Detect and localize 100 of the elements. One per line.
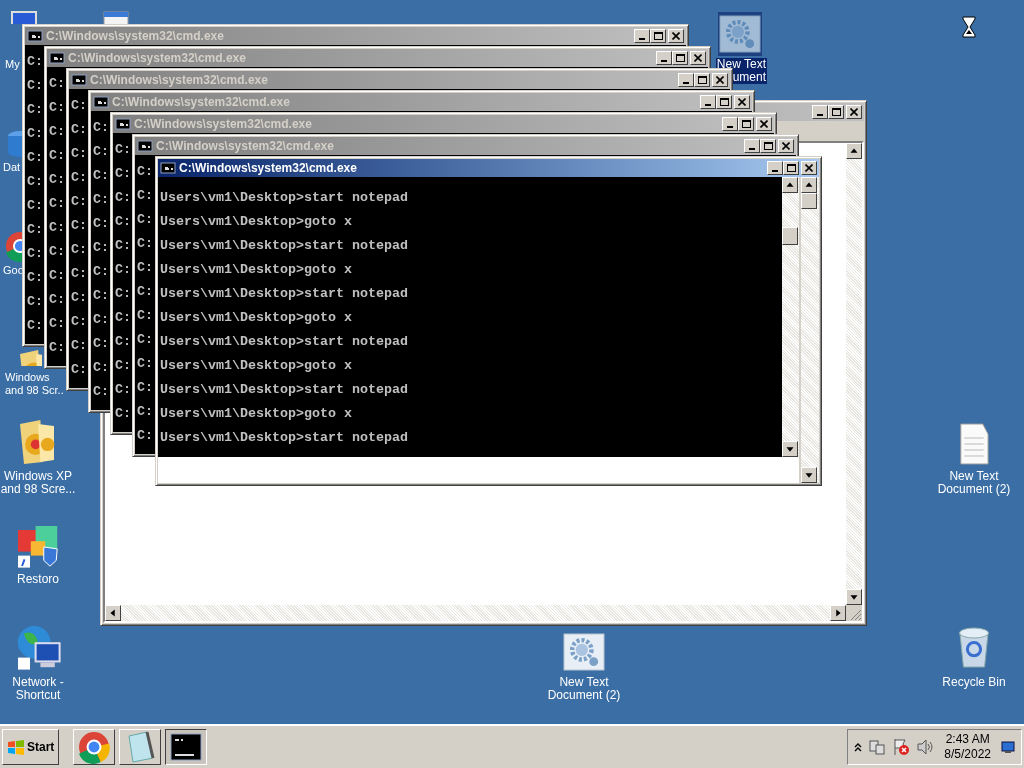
console-line: C: bbox=[49, 243, 65, 261]
console-line: C: bbox=[93, 383, 109, 401]
scroll-thumb[interactable] bbox=[782, 227, 798, 245]
close-button[interactable] bbox=[734, 95, 750, 109]
speaker-icon[interactable] bbox=[916, 738, 935, 756]
maximize-icon bbox=[719, 98, 729, 106]
maximize-button[interactable] bbox=[694, 73, 710, 87]
show-desktop-icon[interactable] bbox=[1001, 740, 1015, 754]
console-line: C: bbox=[27, 101, 43, 119]
minimize-button[interactable] bbox=[678, 73, 694, 87]
console-line: C: bbox=[71, 265, 87, 283]
clock[interactable]: 2:43 AM 8/5/2022 bbox=[940, 732, 995, 762]
icon-label[interactable]: and 98 Scr.. bbox=[4, 384, 65, 397]
close-icon bbox=[694, 54, 702, 62]
scroll-up-button[interactable] bbox=[846, 143, 862, 159]
maximize-button[interactable] bbox=[828, 105, 844, 119]
console-line: C: bbox=[49, 195, 65, 213]
network-icon[interactable] bbox=[868, 738, 887, 756]
console-line: C: bbox=[115, 237, 131, 255]
windows-logo-icon bbox=[7, 739, 25, 755]
scroll-up-button[interactable] bbox=[801, 177, 817, 193]
icon-label[interactable]: Restoro bbox=[16, 573, 60, 586]
vertical-scrollbar[interactable] bbox=[782, 177, 799, 457]
scroll-up-button[interactable] bbox=[782, 177, 798, 193]
maximize-button[interactable] bbox=[650, 29, 666, 43]
icon-label[interactable]: New Text bbox=[948, 470, 1000, 483]
flag-error-icon[interactable] bbox=[892, 738, 911, 756]
maximize-button[interactable] bbox=[760, 139, 776, 153]
console-icon bbox=[49, 50, 65, 66]
console-icon bbox=[71, 72, 87, 88]
scroll-right-button[interactable] bbox=[830, 605, 846, 621]
minimize-icon bbox=[749, 148, 755, 150]
minimize-button[interactable] bbox=[812, 105, 828, 119]
icon-label[interactable]: My bbox=[4, 58, 21, 71]
console-line: C: bbox=[93, 359, 109, 377]
window-title: C:\Windows\system32\cmd.exe bbox=[156, 138, 334, 155]
icon-label[interactable]: New Text bbox=[558, 676, 610, 689]
minimize-button[interactable] bbox=[767, 161, 783, 175]
console-line: C: bbox=[93, 263, 109, 281]
minimize-button[interactable] bbox=[700, 95, 716, 109]
scroll-thumb[interactable] bbox=[801, 193, 817, 209]
window-title: C:\Windows\system32\cmd.exe bbox=[134, 116, 312, 133]
console-line: C: bbox=[115, 285, 131, 303]
icon-label[interactable]: Document (2) bbox=[546, 689, 622, 702]
maximize-button[interactable] bbox=[738, 117, 754, 131]
console-line: C: bbox=[27, 293, 43, 311]
close-button[interactable] bbox=[668, 29, 684, 43]
close-button[interactable] bbox=[756, 117, 772, 131]
minimize-button[interactable] bbox=[634, 29, 650, 43]
console-line: C: bbox=[93, 215, 109, 233]
icon-label[interactable]: Dat bbox=[2, 161, 22, 174]
close-icon bbox=[850, 108, 858, 116]
icon-label[interactable]: Recycle Bin bbox=[941, 676, 1007, 689]
close-icon bbox=[782, 142, 790, 150]
console-line: C: bbox=[27, 53, 43, 71]
console-line: Users\vm1\Desktop>start notepad bbox=[160, 381, 408, 399]
icon-label[interactable]: Shortcut bbox=[14, 689, 62, 702]
chevron-up-icon[interactable] bbox=[854, 742, 863, 752]
close-button[interactable] bbox=[801, 161, 817, 175]
icon-label[interactable]: Document (2) bbox=[936, 483, 1012, 496]
maximize-button[interactable] bbox=[783, 161, 799, 175]
scroll-down-button[interactable] bbox=[801, 467, 817, 483]
taskbar-button[interactable] bbox=[165, 729, 208, 765]
minimize-button[interactable] bbox=[722, 117, 738, 131]
console-line: C: bbox=[71, 289, 87, 307]
scroll-left-button[interactable] bbox=[105, 605, 121, 621]
maximize-button[interactable] bbox=[716, 95, 732, 109]
minimize-icon bbox=[683, 82, 689, 84]
icon-label[interactable]: Windows XP bbox=[3, 470, 73, 483]
start-button[interactable]: Start bbox=[2, 729, 60, 765]
icon-label[interactable]: Windows bbox=[4, 371, 51, 384]
console-line: C: bbox=[115, 141, 131, 159]
maximize-icon bbox=[653, 32, 663, 40]
minimize-button[interactable] bbox=[744, 139, 760, 153]
scroll-down-button[interactable] bbox=[846, 589, 862, 605]
vertical-scrollbar[interactable] bbox=[846, 143, 862, 605]
console-line: C: bbox=[137, 235, 153, 253]
close-button[interactable] bbox=[778, 139, 794, 153]
icon-label[interactable]: ument bbox=[731, 71, 767, 84]
minimize-icon bbox=[639, 38, 645, 40]
minimize-button[interactable] bbox=[656, 51, 672, 65]
close-button[interactable] bbox=[690, 51, 706, 65]
maximize-icon bbox=[675, 54, 685, 62]
console-line: C: bbox=[115, 261, 131, 279]
horizontal-scrollbar[interactable] bbox=[105, 605, 846, 621]
icon-label[interactable]: Network - bbox=[11, 676, 65, 689]
scroll-down-button[interactable] bbox=[782, 441, 798, 457]
console-line: C: bbox=[71, 361, 87, 379]
vertical-scrollbar[interactable] bbox=[801, 177, 819, 483]
maximize-icon bbox=[741, 120, 751, 128]
console-line: C: bbox=[137, 187, 153, 205]
console-line: C: bbox=[49, 147, 65, 165]
console-line: C: bbox=[27, 269, 43, 287]
icon-label[interactable]: and 98 Scre... bbox=[0, 483, 77, 496]
maximize-icon bbox=[697, 76, 707, 84]
maximize-button[interactable] bbox=[672, 51, 688, 65]
close-button[interactable] bbox=[712, 73, 728, 87]
console-line: C: bbox=[27, 125, 43, 143]
close-button[interactable] bbox=[846, 105, 862, 119]
console-line: C: bbox=[93, 239, 109, 257]
